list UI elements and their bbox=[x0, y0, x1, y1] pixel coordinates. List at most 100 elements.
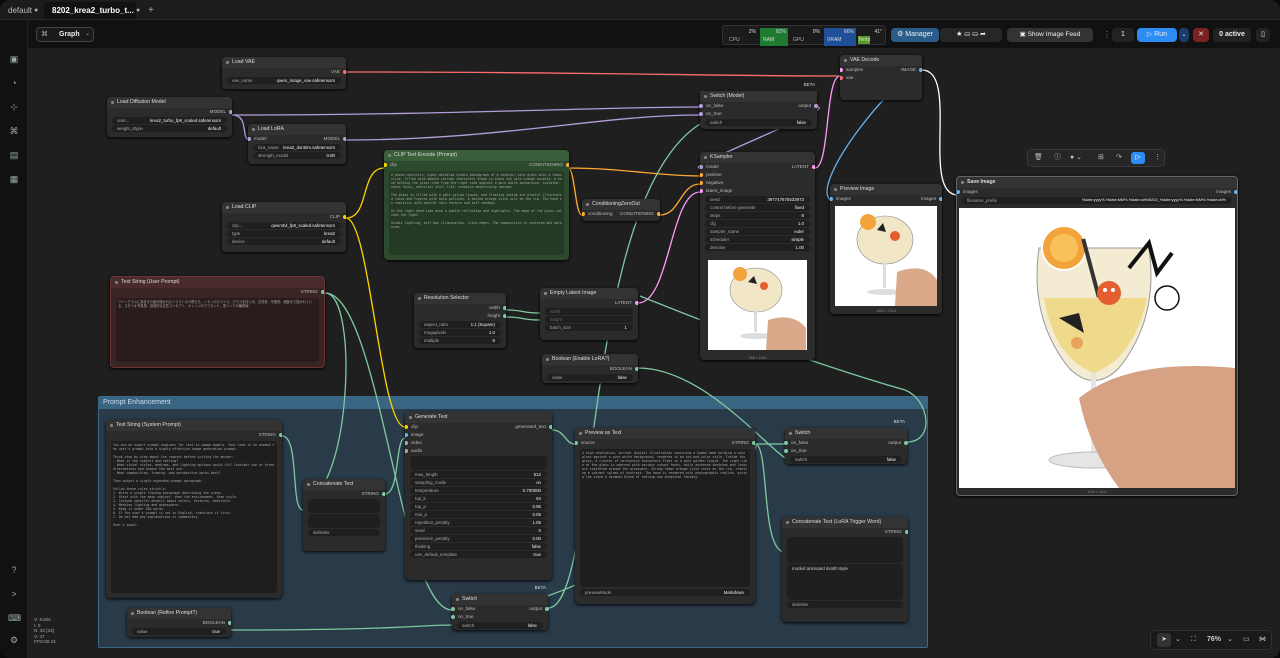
output-string[interactable]: STRING bbox=[111, 288, 324, 296]
batch-size-widget[interactable]: batch_size 1 bbox=[545, 324, 633, 331]
share-icon[interactable]: ➦ bbox=[980, 31, 986, 38]
gen-widget[interactable]: temperature 0.700000 bbox=[410, 487, 547, 494]
input-samples[interactable]: samples IMAGE bbox=[840, 66, 922, 74]
node-title[interactable]: Load LoRA bbox=[248, 124, 346, 135]
output-width[interactable]: width bbox=[414, 304, 506, 312]
gen-widget[interactable]: top_p 0.95 bbox=[410, 503, 547, 510]
node-conditioning-zero-out[interactable]: ConditioningZeroOut conditioning CONDITIO… bbox=[582, 199, 660, 221]
tab-workflow[interactable]: 8202_krea2_turbo_t... bbox=[44, 2, 136, 19]
input-model[interactable]: model LATENT bbox=[700, 163, 815, 171]
bucket-icon[interactable]: ⛀ bbox=[964, 31, 970, 38]
settings-icon[interactable]: ⚙ bbox=[8, 634, 20, 646]
panel-toggle-icon[interactable]: ▯ bbox=[1256, 28, 1270, 42]
height-input[interactable]: height bbox=[545, 316, 633, 323]
gen-widget[interactable]: min_p 0.05 bbox=[410, 511, 547, 518]
ksampler-widget[interactable]: denoise 1.00 bbox=[705, 244, 810, 251]
history-icon[interactable]: ◔ bbox=[8, 77, 20, 89]
node-title[interactable]: VAE Decode bbox=[840, 55, 922, 66]
node-ksampler[interactable]: KSampler model LATENT positive negative l… bbox=[700, 152, 815, 360]
io-model[interactable]: model MODEL bbox=[248, 135, 346, 143]
input-on-true[interactable]: on_true bbox=[784, 447, 907, 455]
ksampler-widget[interactable]: cfg 1.0 bbox=[705, 220, 810, 227]
node-title[interactable]: Concatenate Text bbox=[303, 479, 385, 490]
filename-prefix-widget[interactable]: filename_prefix %date:yyyy%-%date:MM%-%da… bbox=[962, 197, 1232, 204]
megapixels-widget[interactable]: megapixels 1.0 bbox=[419, 329, 501, 336]
prompt-textarea[interactable]: A photo-realistic, hyper-detailed studio… bbox=[389, 171, 564, 255]
width-input[interactable]: width bbox=[545, 308, 633, 315]
node-title[interactable]: Load Diffusion Model bbox=[107, 97, 232, 108]
output-latent[interactable]: LATENT bbox=[540, 299, 638, 307]
node-load-diffusion-model[interactable]: Load Diffusion Model MODEL unet... krea2_… bbox=[107, 97, 232, 137]
node-title[interactable]: Boolean (Refine Prompt?) bbox=[127, 608, 231, 619]
node-preview-as-text[interactable]: Preview as Text source STRING A high-reso… bbox=[575, 428, 755, 604]
node-boolean-refine-prompt[interactable]: Boolean (Refine Prompt?) BOOLEAN value tr… bbox=[127, 608, 231, 637]
model-library-icon[interactable]: ⌘ bbox=[8, 125, 20, 137]
text-b-input[interactable] bbox=[308, 514, 380, 528]
node-title[interactable]: Empty Latent Image bbox=[540, 288, 638, 299]
link-visibility-icon[interactable]: ⋈ bbox=[1259, 631, 1266, 649]
weight-dtype-widget[interactable]: weight_dtype default bbox=[112, 125, 227, 132]
pointer-icon[interactable]: ➤ bbox=[1157, 633, 1171, 647]
node-title[interactable]: Preview as Text bbox=[575, 428, 755, 439]
input-image[interactable]: image bbox=[405, 431, 552, 439]
clip-type-widget[interactable]: type krea2 bbox=[227, 230, 341, 237]
ksampler-widget[interactable]: steps 8 bbox=[705, 212, 810, 219]
io-images[interactable]: images images bbox=[830, 195, 942, 203]
lora-name-widget[interactable]: lora_name krea2_dsnt0m.safetensors bbox=[253, 144, 341, 151]
io-clip[interactable]: clip CONDITIONING bbox=[384, 161, 569, 169]
templates-icon[interactable]: ▦ bbox=[8, 173, 20, 185]
output-model[interactable]: MODEL bbox=[107, 108, 232, 116]
graph-mode-dropdown[interactable]: ⌘ Graph ⌄ bbox=[36, 27, 94, 42]
delimiter-widget[interactable]: delimiter bbox=[308, 529, 380, 536]
ksampler-widget[interactable]: scheduler simple bbox=[705, 236, 810, 243]
input-vae[interactable]: vae bbox=[840, 74, 922, 82]
system-prompt-textarea[interactable]: You are an expert prompt engineer for te… bbox=[111, 441, 277, 593]
trigger-word-textarea[interactable]: moded animated dsntl0 style bbox=[787, 564, 903, 600]
io-conditioning[interactable]: conditioning CONDITIONING bbox=[582, 210, 660, 218]
input-on-false[interactable]: on_false output bbox=[784, 439, 908, 447]
trash-icon[interactable]: 🗑 bbox=[1034, 150, 1043, 166]
input-negative[interactable]: negative bbox=[700, 179, 815, 187]
strength-model-widget[interactable]: strength_model 0.80 bbox=[253, 152, 341, 159]
delimiter-widget[interactable]: delimiter bbox=[787, 601, 903, 608]
node-title[interactable]: Save Image bbox=[957, 177, 1237, 188]
chevron-down-icon[interactable]: ⌄ bbox=[1227, 631, 1233, 649]
queue-count-input[interactable]: 1 bbox=[1112, 28, 1134, 42]
node-title[interactable]: Load CLIP bbox=[222, 202, 346, 213]
value-toggle[interactable]: value true bbox=[132, 628, 226, 635]
gen-widget[interactable]: top_k 64 bbox=[410, 495, 547, 502]
node-title[interactable]: Boolean (Enable LoRA?) bbox=[542, 354, 638, 365]
value-toggle[interactable]: value false bbox=[547, 374, 633, 381]
active-queue-button[interactable]: 0 active bbox=[1213, 28, 1251, 42]
node-title[interactable]: Resolution Selector bbox=[414, 293, 506, 304]
node-switch-model[interactable]: BETA Switch (Model) on_false output on_tr… bbox=[699, 82, 818, 129]
prompt-input[interactable] bbox=[410, 456, 547, 470]
frame-icon[interactable]: ⊞ bbox=[1098, 150, 1104, 166]
gen-widget[interactable]: thinking false bbox=[410, 543, 547, 550]
node-title[interactable]: ConditioningZeroOut bbox=[582, 199, 660, 210]
node-title[interactable]: KSampler bbox=[700, 152, 815, 163]
bypass-icon[interactable]: ↷ bbox=[1116, 150, 1122, 166]
image-icon[interactable]: ▣ bbox=[8, 53, 20, 65]
info-icon[interactable]: ⓘ bbox=[1054, 150, 1061, 166]
more-icon[interactable]: ⋮ bbox=[1154, 150, 1161, 166]
run-options-chevron-icon[interactable]: ⌄ bbox=[1179, 28, 1189, 42]
switch-widget[interactable]: switch false bbox=[705, 119, 812, 126]
ksampler-widget[interactable]: sampler_name euler bbox=[705, 228, 810, 235]
node-generate-text[interactable]: Generate Text clip generated_text image v… bbox=[405, 412, 552, 580]
gen-widget[interactable]: use_default_template true bbox=[410, 551, 547, 558]
node-vae-decode[interactable]: VAE Decode samples IMAGE vae bbox=[840, 55, 922, 100]
node-title[interactable]: Preview Image bbox=[830, 184, 942, 195]
gen-widget[interactable]: max_length 512 bbox=[410, 471, 547, 478]
input-clip[interactable]: clip generated_text bbox=[405, 423, 552, 431]
output-vae[interactable]: VAE bbox=[222, 68, 346, 76]
switch-widget[interactable]: switch false bbox=[457, 622, 543, 629]
output-height[interactable]: height bbox=[414, 312, 506, 320]
node-boolean-enable-lora[interactable]: Boolean (Enable LoRA?) BOOLEAN value fals… bbox=[542, 354, 638, 383]
output-boolean[interactable]: BOOLEAN bbox=[127, 619, 231, 627]
node-title[interactable]: CLIP Text Encode (Prompt) bbox=[384, 150, 569, 161]
node-resolution-selector[interactable]: Resolution Selector width height aspect_… bbox=[414, 293, 506, 348]
run-button[interactable]: ▷ Run bbox=[1137, 28, 1177, 42]
node-title[interactable]: Switch bbox=[452, 594, 548, 605]
close-icon[interactable]: ● bbox=[136, 2, 140, 19]
